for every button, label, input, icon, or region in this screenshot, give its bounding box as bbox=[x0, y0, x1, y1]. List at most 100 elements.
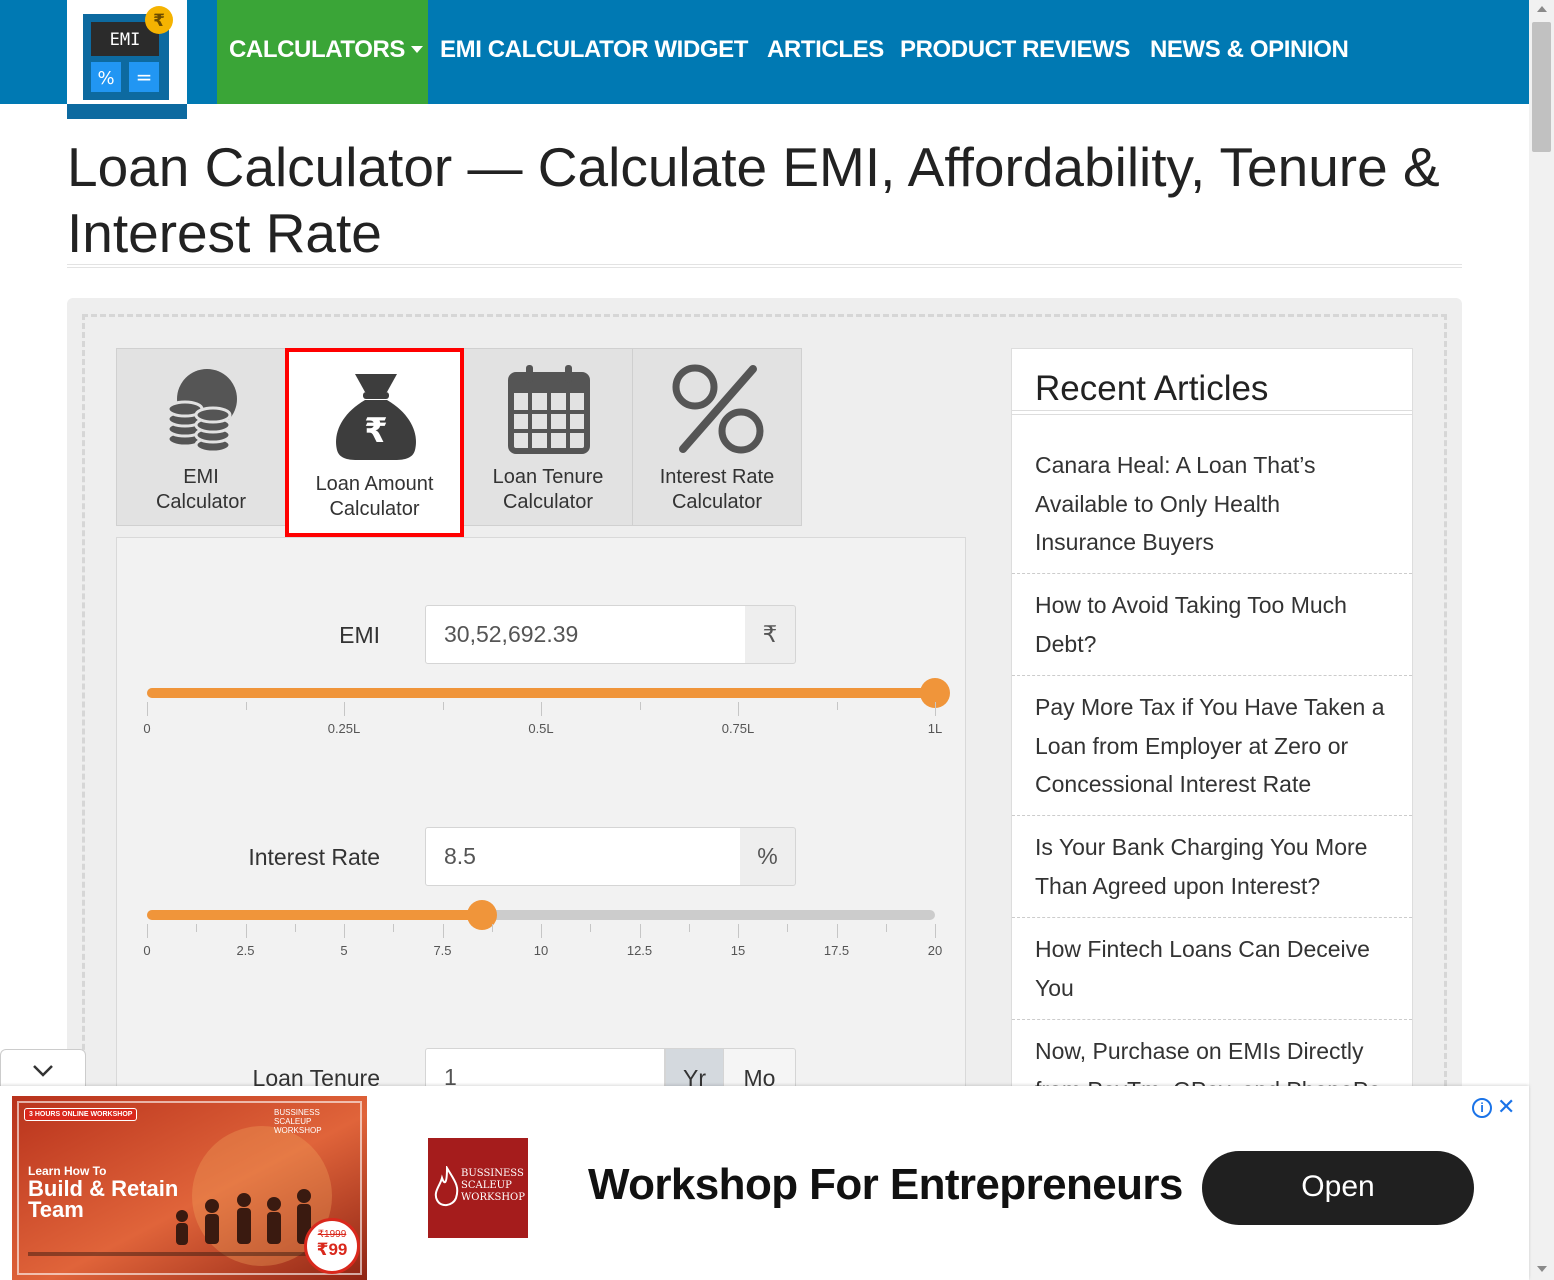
calendar-icon bbox=[508, 365, 590, 454]
interest-rate-label: Interest Rate bbox=[248, 844, 380, 870]
svg-text:₹: ₹ bbox=[153, 11, 165, 31]
percent-addon: % bbox=[740, 827, 796, 886]
ad-image-brand: BUSSINESS SCALEUP WORKSHOP bbox=[274, 1108, 322, 1135]
tab-interest-rate-calculator[interactable]: Interest Rate Calculator bbox=[633, 349, 801, 525]
slider-major-tick bbox=[442, 924, 444, 938]
tab-loan-amount-calculator[interactable]: ₹ Loan Amount Calculator bbox=[285, 348, 464, 537]
article-link[interactable]: Canara Heal: A Loan That’s Available to O… bbox=[1035, 446, 1395, 562]
slider-minor-tick bbox=[196, 924, 198, 932]
emi-slider-fill bbox=[147, 688, 935, 698]
tab-tenure-label-2: Calculator bbox=[502, 491, 594, 513]
slider-minor-tick bbox=[245, 702, 247, 710]
slider-minor-tick bbox=[688, 924, 690, 932]
ad-info-icon[interactable]: i bbox=[1472, 1098, 1492, 1118]
money-bag-icon: ₹ bbox=[336, 374, 416, 460]
bottom-ad-banner[interactable]: 3 HOURS ONLINE WORKSHOP BUSSINESS SCALEU… bbox=[0, 1086, 1529, 1280]
tab-interest-label-2: Calculator bbox=[671, 491, 763, 513]
scroll-down-arrow-icon[interactable] bbox=[1537, 1266, 1547, 1272]
slider-major-tick bbox=[639, 924, 641, 938]
recent-articles-title: Recent Articles bbox=[1035, 369, 1269, 408]
svg-text:₹: ₹ bbox=[364, 411, 388, 451]
ad-image[interactable]: 3 HOURS ONLINE WORKSHOP BUSSINESS SCALEU… bbox=[12, 1096, 367, 1280]
tab-emi-label-1: EMI bbox=[183, 466, 219, 488]
slider-tick-label: 0.25L bbox=[327, 721, 361, 736]
slider-tick-label: 0.5L bbox=[528, 721, 554, 736]
slider-tick-label: 1L bbox=[927, 721, 943, 736]
chevron-down-icon bbox=[33, 1065, 53, 1077]
nav-news-opinion[interactable]: NEWS & OPINION bbox=[1150, 36, 1349, 64]
sidebar-title-divider bbox=[1012, 410, 1412, 415]
page-scrollbar[interactable] bbox=[1529, 0, 1554, 1280]
nav-calculators-dropdown[interactable]: CALCULATORS bbox=[229, 36, 424, 64]
slider-minor-tick bbox=[590, 924, 592, 932]
slider-major-tick bbox=[541, 702, 542, 716]
slider-minor-tick bbox=[639, 702, 641, 710]
tab-loan-amount-label-2: Calculator bbox=[329, 498, 420, 520]
slider-tick-label: 7.5 bbox=[433, 943, 452, 958]
slider-tick-label: 10 bbox=[533, 943, 549, 958]
article-divider bbox=[1012, 815, 1412, 816]
slider-minor-tick bbox=[442, 702, 444, 710]
site-logo[interactable]: EMI % = ₹ bbox=[67, 0, 187, 119]
slider-major-tick bbox=[147, 924, 148, 938]
nav-calculators-label: CALCULATORS bbox=[229, 36, 406, 63]
tab-loan-tenure-calculator[interactable]: Loan Tenure Calculator bbox=[464, 349, 632, 525]
percent-icon bbox=[672, 364, 764, 454]
caret-down-icon bbox=[411, 46, 424, 53]
slider-major-tick bbox=[541, 924, 542, 938]
coins-icon bbox=[166, 369, 237, 454]
rupee-addon: ₹ bbox=[745, 605, 796, 664]
ad-collapse-button[interactable] bbox=[0, 1049, 86, 1087]
slider-minor-tick bbox=[393, 924, 395, 932]
ad-open-button[interactable]: Open bbox=[1202, 1151, 1474, 1225]
recent-articles-sidebar: Recent Articles Canara Heal: A Loan That… bbox=[1011, 348, 1413, 1103]
slider-tick-label: 12.5 bbox=[626, 943, 653, 958]
tab-tenure-label-1: Loan Tenure bbox=[492, 466, 604, 488]
article-link[interactable]: How to Avoid Taking Too Much Debt? bbox=[1035, 586, 1395, 663]
nav-emi-widget[interactable]: EMI CALCULATOR WIDGET bbox=[440, 36, 748, 64]
article-divider bbox=[1012, 675, 1412, 676]
article-link[interactable]: How Fintech Loans Can Deceive You bbox=[1035, 930, 1395, 1007]
slider-major-tick bbox=[245, 924, 247, 938]
interest-rate-input[interactable]: 8.5 bbox=[425, 827, 741, 886]
emi-label: EMI bbox=[339, 622, 380, 648]
slider-major-tick bbox=[935, 702, 936, 716]
nav-product-reviews[interactable]: PRODUCT REVIEWS bbox=[900, 36, 1130, 64]
svg-text:=: = bbox=[136, 65, 153, 89]
scroll-up-arrow-icon[interactable] bbox=[1537, 6, 1547, 12]
slider-major-tick bbox=[147, 702, 148, 716]
slider-minor-tick bbox=[885, 924, 887, 932]
slider-tick-label: 20 bbox=[927, 943, 943, 958]
scroll-thumb[interactable] bbox=[1532, 22, 1551, 152]
nav-articles[interactable]: ARTICLES bbox=[767, 36, 884, 64]
svg-text:EMI: EMI bbox=[110, 30, 141, 50]
page-title-line-2: Interest Rate bbox=[67, 202, 382, 264]
slider-tick-label: 0.75L bbox=[721, 721, 755, 736]
slider-tick-label: 2.5 bbox=[236, 943, 255, 958]
flame-logo-icon bbox=[434, 1166, 459, 1206]
tab-interest-label-1: Interest Rate bbox=[659, 466, 775, 488]
tab-emi-calculator[interactable]: EMI Calculator bbox=[117, 349, 285, 525]
interest-slider-fill bbox=[147, 910, 482, 920]
article-link[interactable]: Is Your Bank Charging You More Than Agree… bbox=[1035, 828, 1395, 905]
slider-major-tick bbox=[738, 924, 739, 938]
slider-minor-tick bbox=[491, 924, 493, 932]
ad-old-price: ₹1999 bbox=[317, 1229, 347, 1240]
svg-text:%: % bbox=[97, 68, 114, 89]
slider-tick-label: 5 bbox=[340, 943, 348, 958]
ad-image-line-3: Team bbox=[28, 1197, 84, 1222]
ad-close-icon[interactable]: ✕ bbox=[1497, 1096, 1515, 1118]
slider-major-tick bbox=[738, 702, 739, 716]
article-divider bbox=[1012, 573, 1412, 574]
ad-headline[interactable]: Workshop For Entrepreneurs bbox=[588, 1160, 1183, 1210]
tab-emi-label-2: Calculator bbox=[155, 491, 247, 513]
article-link[interactable]: Pay More Tax if You Have Taken a Loan fro… bbox=[1035, 688, 1395, 804]
slider-minor-tick bbox=[836, 702, 838, 710]
ad-price: ₹99 bbox=[316, 1240, 348, 1259]
page-title: Loan Calculator — Calculate EMI, Afforda… bbox=[67, 134, 1467, 266]
article-divider bbox=[1012, 917, 1412, 918]
ad-brand-logo[interactable]: BUSSINESS SCALEUP WORKSHOP bbox=[428, 1138, 528, 1238]
emi-input[interactable]: 30,52,692.39 bbox=[425, 605, 746, 664]
slider-major-tick bbox=[935, 924, 936, 938]
page-title-line-1: Loan Calculator — Calculate EMI, Afforda… bbox=[67, 136, 1440, 198]
